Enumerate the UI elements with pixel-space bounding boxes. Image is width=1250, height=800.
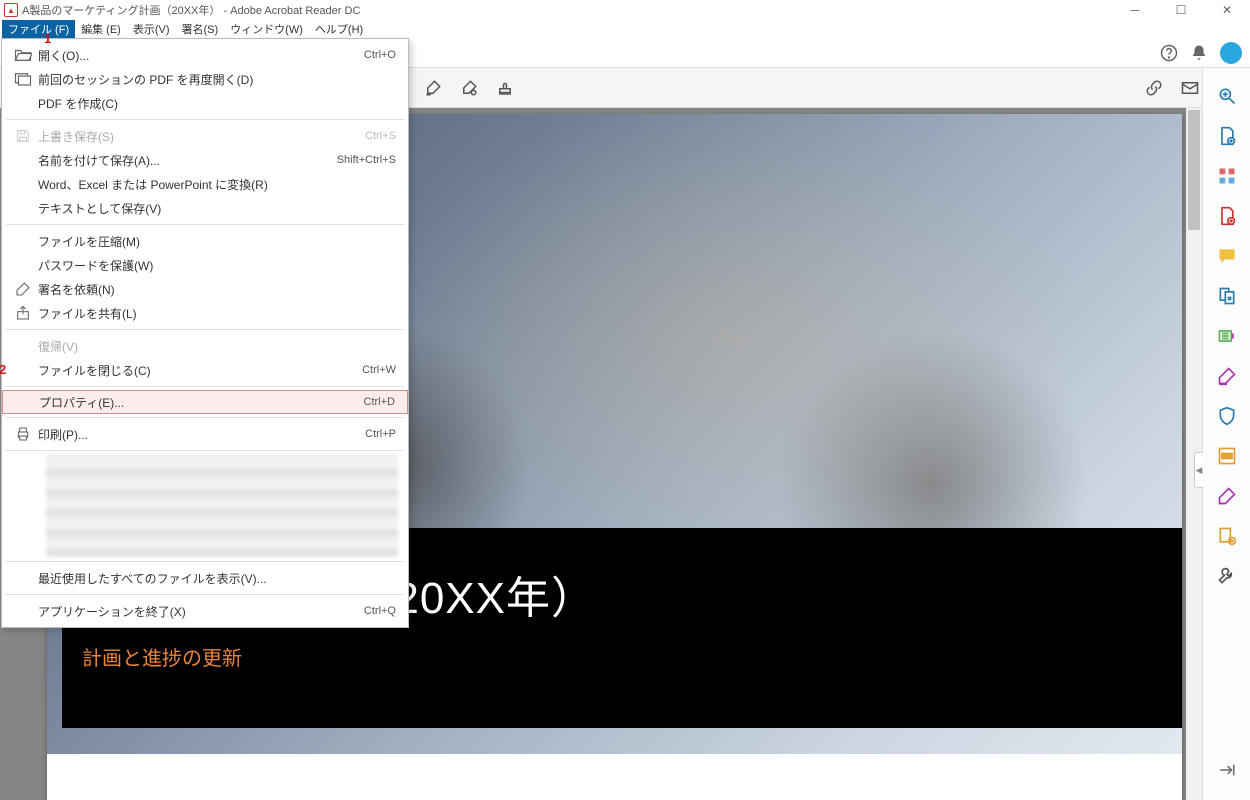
rail-comment-icon[interactable] [1203, 236, 1250, 276]
sign-icon[interactable] [453, 72, 485, 104]
menu-properties[interactable]: プロパティ(E)... Ctrl+D [2, 390, 408, 414]
rail-search-icon[interactable] [1203, 76, 1250, 116]
stamp-icon[interactable] [489, 72, 521, 104]
close-button[interactable]: ✕ [1204, 0, 1250, 20]
rail-more-icon[interactable] [1203, 516, 1250, 556]
rail-edit-pdf-icon[interactable] [1203, 196, 1250, 236]
minimize-button[interactable]: ─ [1112, 0, 1158, 20]
menu-bar: ファイル (F) 編集 (E) 表示(V) 署名(S) ウィンドウ(W) ヘルプ… [0, 20, 1250, 38]
menu-open-label: 開く(O)... [38, 47, 364, 64]
rail-redact-icon[interactable] [1203, 436, 1250, 476]
highlight-icon[interactable] [417, 72, 449, 104]
menu-savetext-label: テキストとして保存(V) [38, 200, 396, 217]
rail-tools-icon[interactable] [1203, 556, 1250, 596]
notification-bell-icon[interactable] [1190, 44, 1208, 62]
reopen-icon [8, 72, 38, 86]
rail-organize-icon[interactable] [1203, 276, 1250, 316]
menu-create-pdf[interactable]: PDF を作成(C) [2, 91, 408, 115]
menu-open[interactable]: 開く(O)... Ctrl+O [2, 43, 408, 67]
menu-saveas-label: 名前を付けて保存(A)... [38, 152, 337, 169]
save-icon [8, 128, 38, 144]
help-icon[interactable] [1160, 44, 1178, 62]
request-sign-icon [8, 281, 38, 297]
rail-compress-icon[interactable] [1203, 316, 1250, 356]
menu-convert[interactable]: Word、Excel または PowerPoint に変換(R) [2, 172, 408, 196]
menu-window[interactable]: ウィンドウ(W) [224, 20, 309, 38]
menu-save-shortcut: Ctrl+S [365, 130, 396, 142]
annotation-1: 1 [44, 31, 51, 46]
menu-exit[interactable]: アプリケーションを終了(X) Ctrl+Q [2, 599, 408, 623]
menu-exit-shortcut: Ctrl+Q [364, 605, 396, 617]
menu-properties-label: プロパティ(E)... [39, 394, 364, 411]
rail-export-pdf-icon[interactable] [1203, 116, 1250, 156]
menu-compress-label: ファイルを圧縮(M) [38, 233, 396, 250]
menu-view[interactable]: 表示(V) [127, 20, 176, 38]
menu-password[interactable]: パスワードを保護(W) [2, 253, 408, 277]
menu-file[interactable]: ファイル (F) [2, 20, 75, 38]
menu-close-shortcut: Ctrl+W [362, 364, 396, 376]
menu-compress[interactable]: ファイルを圧縮(M) [2, 229, 408, 253]
menu-exit-label: アプリケーションを終了(X) [38, 603, 364, 620]
menu-saveas-shortcut: Shift+Ctrl+S [337, 154, 396, 166]
menu-save: 上書き保存(S) Ctrl+S [2, 124, 408, 148]
menu-sign[interactable]: 署名(S) [176, 20, 225, 38]
rail-sign-icon[interactable] [1203, 356, 1250, 396]
menu-open-shortcut: Ctrl+O [364, 49, 396, 61]
rail-protect-icon[interactable] [1203, 396, 1250, 436]
window-title: A製品のマーケティング計画（20XX年） - Adobe Acrobat Rea… [22, 2, 1246, 18]
recent-files-blurred [46, 455, 398, 557]
menu-show-recent[interactable]: 最近使用したすべてのファイルを表示(V)... [2, 566, 408, 590]
menu-request-sign[interactable]: 署名を依頼(N) [2, 277, 408, 301]
menu-convert-label: Word、Excel または PowerPoint に変換(R) [38, 176, 396, 193]
menu-close-file[interactable]: ファイルを閉じる(C) Ctrl+W [2, 358, 408, 382]
user-avatar[interactable] [1220, 42, 1242, 64]
menu-reqsig-label: 署名を依頼(N) [38, 281, 396, 298]
menu-revert: 復帰(V) [2, 334, 408, 358]
right-tool-rail: ◀ [1202, 68, 1250, 800]
menu-password-label: パスワードを保護(W) [38, 257, 396, 274]
menu-share[interactable]: ファイルを共有(L) [2, 301, 408, 325]
menu-edit[interactable]: 編集 (E) [75, 20, 127, 38]
menu-properties-shortcut: Ctrl+D [364, 396, 395, 408]
share-icon [8, 305, 38, 321]
menu-print[interactable]: 印刷(P)... Ctrl+P [2, 422, 408, 446]
annotation-2: 2 [0, 362, 6, 377]
file-menu-dropdown: 開く(O)... Ctrl+O 前回のセッションの PDF を再度開く(D) P… [1, 38, 409, 628]
maximize-button[interactable]: ☐ [1158, 0, 1204, 20]
menu-save-as[interactable]: 名前を付けて保存(A)... Shift+Ctrl+S [2, 148, 408, 172]
title-bar: ▲ A製品のマーケティング計画（20XX年） - Adobe Acrobat R… [0, 0, 1250, 20]
document-subtitle: 計画と進捗の更新 [82, 642, 1162, 671]
rail-thumbnails-icon[interactable] [1203, 156, 1250, 196]
scrollbar-thumb[interactable] [1188, 110, 1200, 230]
menu-share-label: ファイルを共有(L) [38, 305, 396, 322]
menu-close-label: ファイルを閉じる(C) [38, 362, 362, 379]
folder-open-icon [8, 48, 38, 62]
menu-reopen[interactable]: 前回のセッションの PDF を再度開く(D) [2, 67, 408, 91]
share-link-icon[interactable] [1138, 72, 1170, 104]
menu-help[interactable]: ヘルプ(H) [309, 20, 369, 38]
menu-save-label: 上書き保存(S) [38, 128, 365, 145]
menu-create-label: PDF を作成(C) [38, 95, 396, 112]
menu-print-shortcut: Ctrl+P [365, 428, 396, 440]
rail-collapse-handle[interactable]: ◀ [1194, 452, 1203, 488]
rail-expand-icon[interactable] [1203, 750, 1250, 790]
rail-measure-icon[interactable] [1203, 476, 1250, 516]
window-controls: ─ ☐ ✕ [1112, 0, 1250, 20]
menu-print-label: 印刷(P)... [38, 426, 365, 443]
pdf-file-icon: ▲ [4, 3, 18, 17]
menu-reopen-label: 前回のセッションの PDF を再度開く(D) [38, 71, 396, 88]
menu-recent-label: 最近使用したすべてのファイルを表示(V)... [38, 570, 396, 587]
menu-save-text[interactable]: テキストとして保存(V) [2, 196, 408, 220]
menu-revert-label: 復帰(V) [38, 338, 396, 355]
print-icon [8, 426, 38, 442]
